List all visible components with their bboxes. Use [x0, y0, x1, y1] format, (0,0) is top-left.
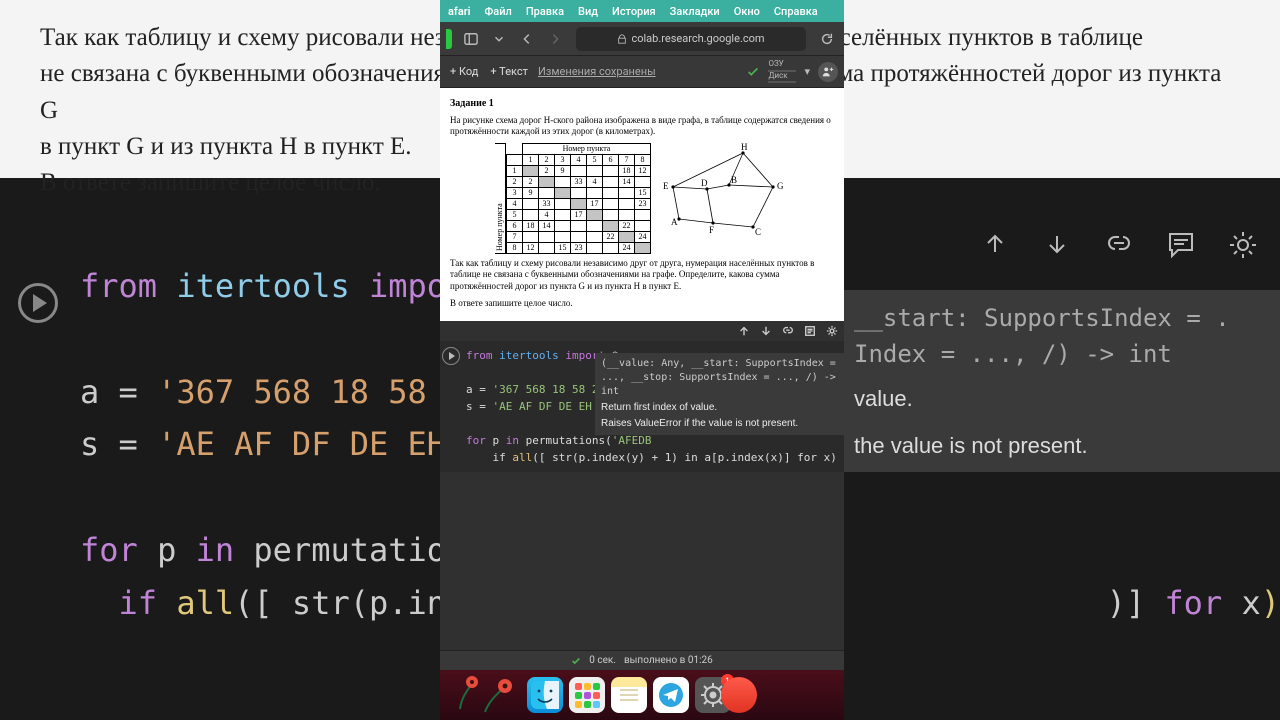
address-bar[interactable]: colab.research.google.com [576, 27, 806, 51]
macos-dock: 1 [440, 670, 844, 720]
svg-text:E: E [663, 181, 669, 191]
macos-menubar[interactable]: afari Файл Правка Вид История Закладки О… [440, 0, 844, 22]
task-paragraph: В ответе запишите целое число. [450, 298, 836, 309]
edit-icon[interactable] [804, 325, 816, 337]
reload-icon[interactable] [816, 28, 838, 50]
back-button[interactable] [516, 28, 538, 50]
traffic-light-edge [446, 29, 452, 49]
lock-icon [617, 34, 627, 44]
app-icon-partial[interactable] [721, 677, 757, 713]
finder-icon[interactable] [527, 677, 563, 713]
check-icon [746, 65, 760, 79]
task-paragraph: На рисунке схема дорог Н-ского района из… [450, 115, 836, 138]
device-frame: afari Файл Правка Вид История Закладки О… [440, 0, 844, 720]
runtime-dropdown[interactable]: ▾ [804, 65, 810, 78]
arrow-up-icon [978, 228, 1012, 262]
code-cell[interactable]: from itertools import * a = '367 568 18 … [440, 341, 844, 472]
resource-indicator[interactable]: ОЗУ Диск [768, 60, 796, 83]
menu-item[interactable]: Вид [578, 5, 598, 18]
link-icon[interactable] [782, 325, 794, 337]
comment-icon [1164, 228, 1198, 262]
save-status[interactable]: Изменения сохранены [538, 65, 656, 78]
colab-toolbar: + Код + Текст Изменения сохранены ОЗУ Ди… [440, 56, 844, 88]
adjacency-table: Номер пункта 12345678 129181222334143915… [506, 143, 651, 254]
row-axis-label: Номер пункта [495, 143, 506, 254]
add-text-button[interactable]: + Текст [486, 63, 532, 80]
svg-text:D: D [701, 178, 708, 188]
exec-at: выполнено в 01:26 [624, 655, 713, 666]
bg-hint-sig: Index = ..., /) -> int [854, 336, 1266, 372]
forward-button [544, 28, 566, 50]
gear-icon[interactable] [826, 325, 838, 337]
menu-item[interactable]: Справка [774, 5, 818, 18]
check-icon [571, 656, 581, 666]
sidebar-toggle-icon[interactable] [460, 28, 482, 50]
bg-hint-sig: __start: SupportsIndex = . [854, 300, 1266, 336]
telegram-icon[interactable] [653, 677, 689, 713]
link-icon [1102, 228, 1136, 262]
svg-text:F: F [709, 225, 714, 235]
move-down-icon[interactable] [760, 325, 772, 337]
share-avatar-icon[interactable] [818, 62, 838, 82]
svg-text:H: H [741, 143, 748, 152]
exec-time: 0 сек. [589, 655, 616, 666]
notes-icon[interactable] [611, 677, 647, 713]
road-graph: A F C G H B D E [661, 143, 791, 243]
add-code-button[interactable]: + Код [446, 63, 482, 80]
tooltip-desc: Return first index of value. [601, 401, 838, 415]
task-paragraph: Так как таблицу и схему рисовали независ… [450, 258, 836, 292]
chevron-down-icon[interactable] [488, 28, 510, 50]
svg-text:G: G [777, 181, 784, 191]
move-up-icon[interactable] [738, 325, 750, 337]
empty-area [440, 472, 844, 650]
run-cell-button[interactable] [440, 341, 462, 472]
url-text: colab.research.google.com [631, 32, 764, 45]
arrow-down-icon [1040, 228, 1074, 262]
app-name[interactable]: afari [448, 5, 471, 18]
launchpad-icon[interactable] [569, 677, 605, 713]
tooltip-desc: Raises ValueError if the value is not pr… [601, 417, 838, 431]
bg-play-icon [18, 283, 58, 323]
menu-item[interactable]: Закладки [670, 5, 720, 18]
svg-text:B: B [731, 175, 737, 185]
task-title: Задание 1 [450, 98, 836, 111]
cell-action-bar [440, 321, 844, 341]
menu-item[interactable]: Файл [485, 5, 512, 18]
execution-status-bar: 0 сек. выполнено в 01:26 [440, 650, 844, 670]
signature-tooltip: (__value: Any, __start: SupportsIndex = … [595, 353, 844, 435]
menu-item[interactable]: Окно [734, 5, 760, 18]
safari-toolbar: colab.research.google.com [440, 22, 844, 56]
tooltip-signature: (__value: Any, __start: SupportsIndex = … [601, 357, 838, 399]
wallpaper-flower [450, 674, 520, 714]
bg-tooltip: __start: SupportsIndex = . Index = ..., … [840, 290, 1280, 472]
svg-text:A: A [671, 217, 678, 227]
menu-item[interactable]: Правка [526, 5, 564, 18]
menu-item[interactable]: История [612, 5, 656, 18]
notebook-text-cell: Задание 1 На рисунке схема дорог Н-ского… [440, 88, 844, 321]
gear-icon [1226, 228, 1260, 262]
svg-text:C: C [755, 227, 761, 237]
bg-cell-toolbar [978, 228, 1260, 262]
